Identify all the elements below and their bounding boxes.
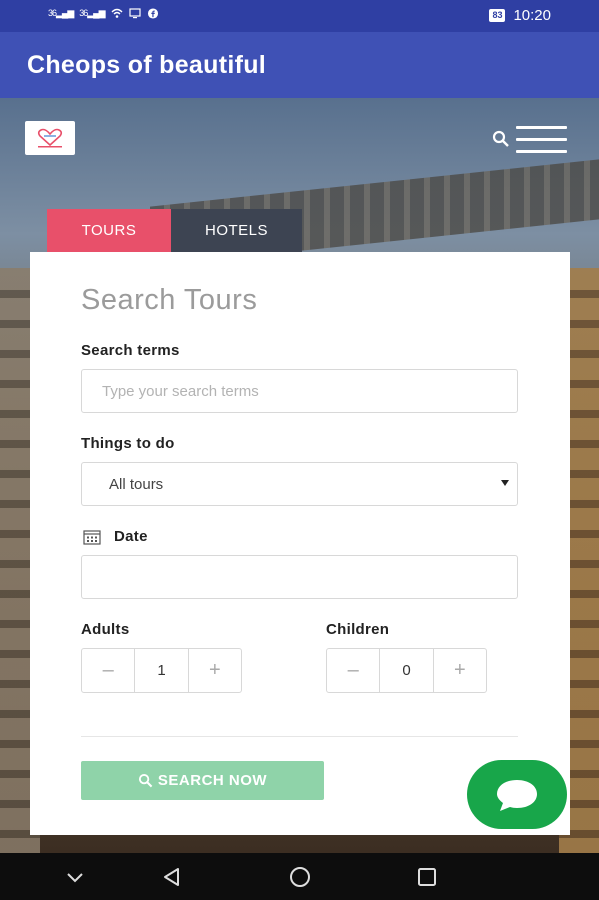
recents-icon[interactable]: [416, 866, 438, 888]
app-bar: Cheops of beautiful: [0, 32, 599, 98]
search-terms-input[interactable]: [81, 369, 518, 413]
search-icon: [138, 773, 153, 788]
clock: 10:20: [513, 7, 551, 24]
facebook-icon: [147, 8, 158, 19]
app-title: Cheops of beautiful: [27, 51, 267, 79]
home-icon[interactable]: [289, 866, 311, 888]
date-label: Date: [114, 528, 148, 545]
children-stepper: – 0 +: [326, 648, 487, 693]
status-right: 83 10:20: [489, 7, 551, 24]
calendar-icon: [83, 530, 101, 545]
back-icon[interactable]: [161, 866, 183, 888]
chat-button[interactable]: [467, 760, 567, 829]
search-icon[interactable]: [492, 130, 510, 148]
status-icons: 36▂▄▆ 36▂▄▆: [48, 8, 159, 19]
search-tours-card: Search Tours Search terms Things to do A…: [30, 252, 570, 835]
adults-decrement-button[interactable]: –: [82, 649, 134, 692]
search-now-button[interactable]: SEARCH NOW: [81, 761, 324, 800]
things-to-do-value: All tours: [109, 475, 164, 493]
adults-label: Adults: [81, 621, 130, 638]
hamburger-menu-icon[interactable]: [516, 126, 567, 154]
caret-down-icon: [501, 480, 509, 486]
android-nav-bar: [0, 853, 599, 900]
logo[interactable]: [25, 121, 75, 155]
search-tabs: TOURS HOTELS: [47, 209, 302, 252]
adults-stepper: – 1 +: [81, 648, 242, 693]
battery-icon: 83: [489, 9, 506, 22]
adults-increment-button[interactable]: +: [189, 649, 241, 692]
date-input[interactable]: [81, 555, 518, 599]
adults-value[interactable]: 1: [134, 649, 189, 692]
tab-hotels[interactable]: HOTELS: [171, 209, 302, 252]
children-decrement-button[interactable]: –: [327, 649, 379, 692]
card-title: Search Tours: [81, 284, 258, 316]
things-to-do-select[interactable]: All tours: [81, 462, 518, 506]
tab-tours[interactable]: TOURS: [47, 209, 171, 252]
search-terms-label: Search terms: [81, 342, 180, 359]
screen-cast-icon: [128, 8, 141, 19]
status-bar: 36▂▄▆ 36▂▄▆ 83 10:20: [0, 0, 599, 32]
chat-icon: [497, 779, 537, 811]
things-to-do-label: Things to do: [81, 435, 175, 452]
search-now-label: SEARCH NOW: [157, 772, 268, 789]
children-label: Children: [326, 621, 390, 638]
divider: [81, 736, 518, 737]
logo-icon: [37, 128, 63, 148]
children-increment-button[interactable]: +: [434, 649, 486, 692]
chevron-down-icon[interactable]: [64, 866, 86, 888]
children-value[interactable]: 0: [379, 649, 434, 692]
signal-icon: 36▂▄▆: [48, 8, 74, 18]
wifi-icon: [111, 8, 122, 18]
signal-icon: 36▂▄▆: [79, 8, 105, 18]
